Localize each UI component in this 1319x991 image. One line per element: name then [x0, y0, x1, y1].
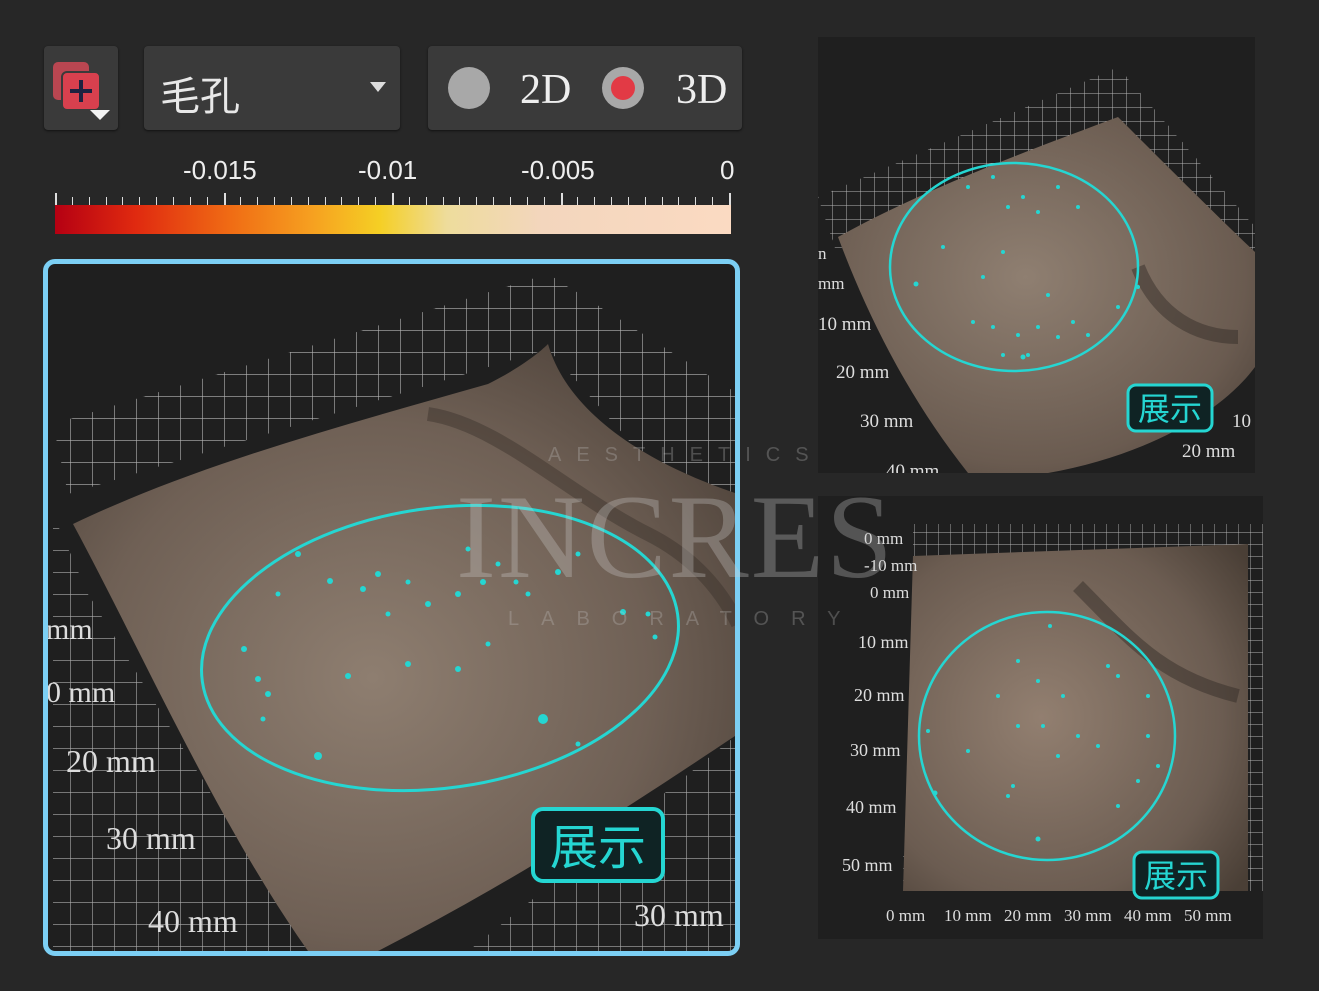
axis-label: mm: [818, 274, 844, 293]
colorbar-tick: [392, 193, 394, 205]
axis-label: 50 mm: [1184, 906, 1232, 925]
colorbar-label: -0.005: [521, 155, 595, 185]
colorbar-tick: [375, 197, 377, 205]
axis-label: 50 mm: [842, 855, 893, 875]
colorbar-tick: [223, 193, 226, 205]
add-layer-icon: [53, 62, 110, 120]
metric-dropdown[interactable]: 毛孔: [144, 46, 400, 130]
colorbar-tick: [577, 197, 579, 205]
axis-label: 20 mm: [836, 362, 890, 383]
axis-label: 40 mm: [846, 797, 897, 817]
axis-label: 10 mm: [858, 632, 909, 652]
colorbar-tick: [611, 197, 613, 205]
colorbar-tick: [543, 197, 545, 205]
colorbar-label: -0.015: [183, 155, 257, 185]
axis-label: 40 mm: [886, 461, 940, 473]
colorbar-tick: [257, 197, 259, 205]
colorbar-tick: [661, 197, 663, 205]
colorbar-tick: [206, 197, 208, 205]
colorbar-tick: [678, 197, 680, 205]
badge-label: 展示: [550, 820, 646, 876]
axis-label: 0 mm: [48, 676, 115, 709]
radio-2d-label[interactable]: 2D: [520, 66, 571, 114]
top-right-3d-plot: n mm 10 mm 20 mm 30 mm 40 mm 10 20 mm 展示: [818, 67, 1255, 473]
colorbar-tick: [290, 197, 292, 205]
axis-label: 10 mm: [818, 314, 872, 335]
colorbar-tick: [274, 197, 276, 205]
colorbar-tick: [88, 197, 90, 205]
caret-down-icon: [370, 82, 386, 92]
axis-label: mm: [48, 613, 93, 646]
axis-label: 20 mm: [1004, 906, 1052, 925]
colorbar-tick: [307, 197, 309, 205]
colorbar-tick: [172, 197, 174, 205]
top-right-3d-view[interactable]: n mm 10 mm 20 mm 30 mm 40 mm 10 20 mm 展示: [818, 37, 1255, 473]
colorbar-label: -0.01: [358, 155, 418, 185]
colorbar-tick: [139, 197, 141, 205]
colorbar-tick: [560, 193, 563, 205]
colorbar-label: 0: [720, 155, 735, 185]
axis-label: 0 mm: [864, 529, 903, 548]
colorbar-tick: [408, 197, 410, 205]
axis-label: 30 mm: [634, 897, 724, 933]
axis-label: 30 mm: [850, 740, 901, 760]
axis-label: 40 mm: [148, 903, 238, 939]
colorbar-tick: [644, 197, 646, 205]
dropdown-selected-label: 毛孔: [160, 74, 240, 120]
main-3d-view[interactable]: mm 0 mm 20 mm 30 mm 40 mm 30 mm 展示: [43, 259, 740, 956]
colorbar-tick: [695, 197, 697, 205]
colorbar-tick: [105, 197, 107, 205]
bottom-right-3d-plot: 0 mm -10 mm 0 mm 10 mm 20 mm 30 mm 40 mm…: [842, 524, 1263, 925]
colorbar-tick: [324, 197, 326, 205]
axis-label: 20 mm: [66, 743, 156, 779]
colorbar-tick: [459, 197, 461, 205]
colorbar-tick: [189, 197, 191, 205]
add-layer-button[interactable]: [44, 46, 118, 130]
colorbar-tick: [71, 197, 73, 205]
colorbar-tick: [442, 197, 444, 205]
colorbar-tick: [526, 197, 528, 205]
colorbar-tick: [425, 197, 427, 205]
bottom-right-3d-view[interactable]: 0 mm -10 mm 0 mm 10 mm 20 mm 30 mm 40 mm…: [818, 496, 1263, 939]
axis-label: 30 mm: [106, 820, 196, 856]
axis-label: 10 mm: [944, 906, 992, 925]
axis-label: 0 mm: [886, 906, 925, 925]
axis-label: 30 mm: [1064, 906, 1112, 925]
axis-label: -10 mm: [864, 556, 917, 575]
colorbar-tick: [493, 197, 495, 205]
axis-label: 40 mm: [1124, 906, 1172, 925]
axis-label: n: [818, 244, 827, 263]
axis-label: 10: [1232, 411, 1251, 432]
colorbar-tick: [476, 197, 478, 205]
radio-3d-label[interactable]: 3D: [676, 66, 727, 114]
colorbar-tick: [122, 197, 124, 205]
colorbar: [55, 205, 731, 234]
radio-3d[interactable]: [602, 67, 644, 109]
colorbar-tick: [729, 193, 731, 205]
colorbar-tick: [156, 197, 158, 205]
colorbar-tick: [358, 197, 360, 205]
axis-label: 20 mm: [854, 685, 905, 705]
colorbar-tick: [627, 197, 629, 205]
colorbar-tick: [509, 197, 511, 205]
axis-label: 20 mm: [1182, 441, 1236, 462]
badge-label: 展示: [1138, 390, 1202, 428]
colorbar-tick: [55, 193, 57, 205]
view-mode-group: 2D 3D: [428, 46, 742, 130]
colorbar-tick: [594, 197, 596, 205]
colorbar-tick: [341, 197, 343, 205]
radio-2d[interactable]: [448, 67, 490, 109]
badge-label: 展示: [1144, 857, 1208, 895]
axis-label: 0 mm: [870, 583, 909, 602]
main-3d-plot: mm 0 mm 20 mm 30 mm 40 mm 30 mm 展示: [48, 274, 735, 951]
axis-label: 30 mm: [860, 411, 914, 432]
colorbar-tick: [240, 197, 242, 205]
colorbar-tick: [712, 197, 714, 205]
